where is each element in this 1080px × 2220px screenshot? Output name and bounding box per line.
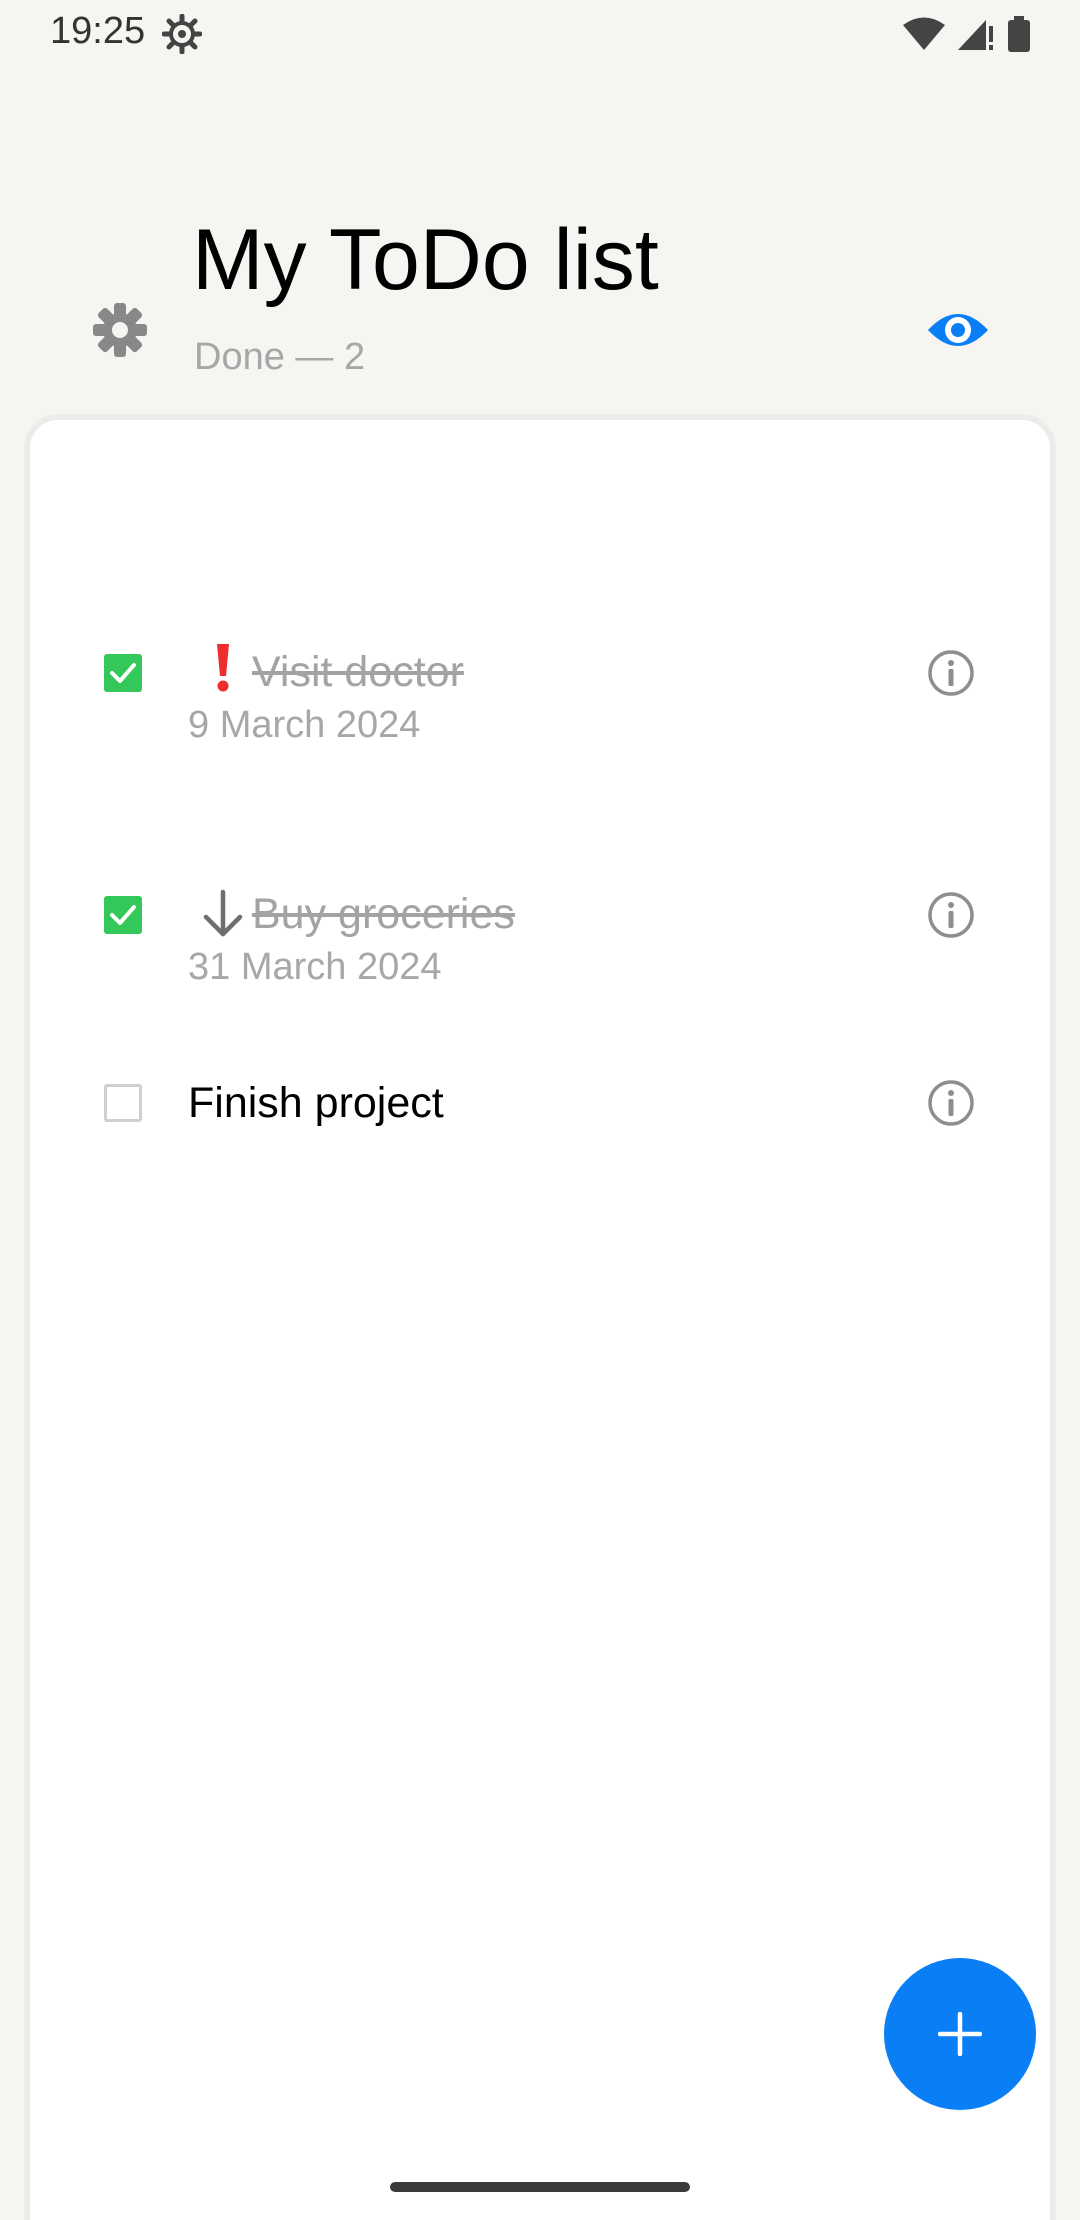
plus-icon (938, 2012, 982, 2056)
info-icon[interactable] (926, 1078, 976, 1128)
done-counter: Done — 2 (194, 336, 366, 378)
eye-icon (928, 314, 988, 346)
task-title: Buy groceries (252, 890, 515, 938)
checkmark-icon (110, 905, 136, 925)
status-indicators (902, 14, 1032, 54)
settings-button[interactable] (90, 300, 150, 360)
task-date: 9 March 2024 (188, 704, 421, 746)
battery-icon (1008, 16, 1030, 52)
settings-gear-icon (162, 14, 202, 54)
exclamation-icon (217, 644, 229, 692)
info-icon[interactable] (926, 648, 976, 698)
task-checkbox[interactable] (104, 654, 142, 692)
toggle-done-visibility-button[interactable] (925, 300, 991, 360)
home-indicator[interactable] (390, 2182, 690, 2192)
checkmark-icon (110, 663, 136, 683)
status-bar: 19:25 (0, 0, 1080, 68)
signal-icon (958, 20, 993, 50)
task-checkbox[interactable] (104, 896, 142, 934)
status-time: 19:25 (50, 10, 146, 52)
task-date: 31 March 2024 (188, 946, 442, 988)
task-checkbox[interactable] (104, 1084, 142, 1122)
wifi-icon (903, 17, 945, 50)
arrow-down-icon (203, 889, 243, 937)
page-title: My ToDo list (192, 212, 659, 308)
task-list-card: Visit doctor 9 March 2024 Buy groceries … (24, 414, 1056, 2220)
gear-icon (93, 303, 147, 357)
task-title: Finish project (188, 1079, 444, 1127)
info-icon[interactable] (926, 890, 976, 940)
add-task-button[interactable] (884, 1958, 1036, 2110)
task-title: Visit doctor (252, 648, 464, 696)
